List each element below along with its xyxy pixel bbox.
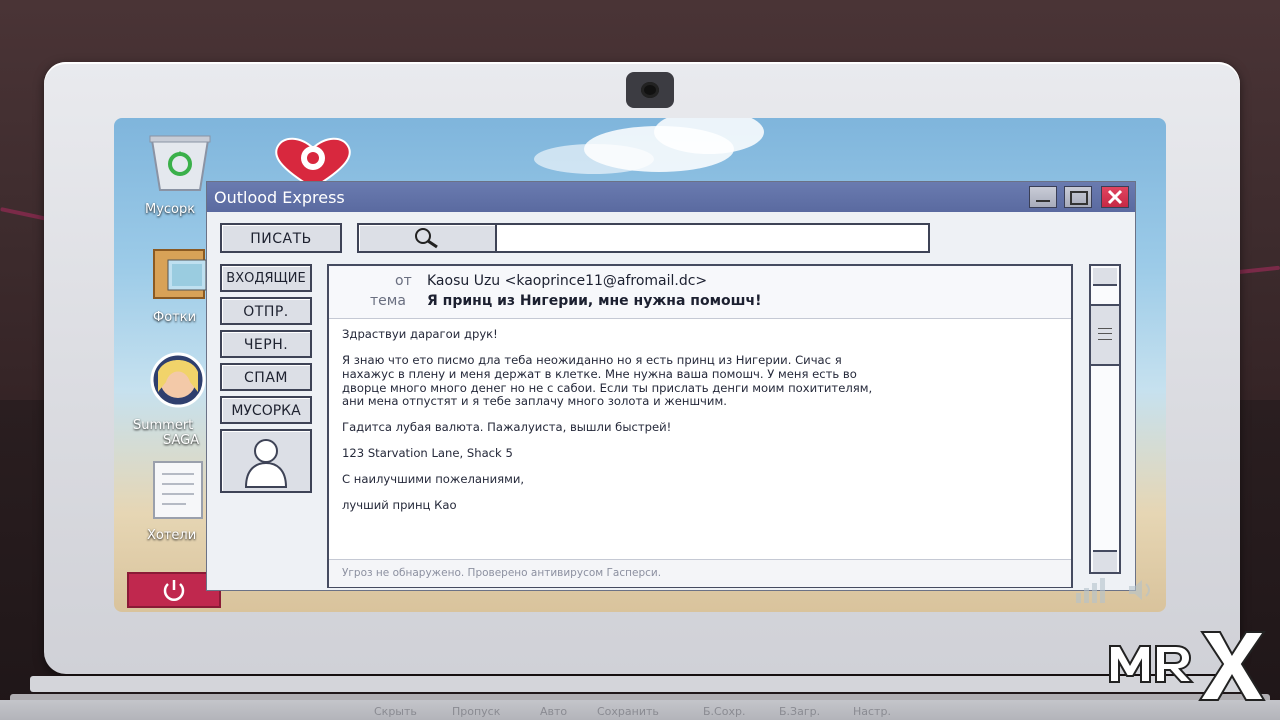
compose-button-label: ПИСАТЬ xyxy=(250,231,312,247)
contacts-button[interactable] xyxy=(220,429,312,493)
maximize-button[interactable] xyxy=(1064,186,1092,208)
grip-line xyxy=(1098,333,1112,334)
webcam-lens xyxy=(641,82,659,98)
close-icon xyxy=(1107,189,1123,205)
photos-folder-icon[interactable] xyxy=(152,244,210,300)
menu-settings[interactable]: Настр. xyxy=(853,705,891,718)
email-body-line: 123 Starvation Lane, Shack 5 xyxy=(342,446,513,460)
maximize-icon xyxy=(1070,191,1088,205)
antivirus-status-bar: Угроз не обнаружено. Проверено антивирус… xyxy=(329,559,1071,587)
summertime-saga-icon[interactable] xyxy=(146,352,210,408)
folder-sent[interactable]: ОТПР. xyxy=(220,297,312,325)
compose-button[interactable]: ПИСАТЬ xyxy=(220,223,342,253)
scroll-up-area[interactable] xyxy=(1093,268,1117,286)
email-body-line: лучший принц Као xyxy=(342,498,457,512)
menu-save[interactable]: Сохранить xyxy=(597,705,659,718)
folder-trash[interactable]: МУСОРКА xyxy=(220,396,312,424)
keyboard-row xyxy=(30,676,1250,692)
folder-sent-label: ОТПР. xyxy=(243,304,289,320)
email-body-line: С наилучшими пожеланиями, xyxy=(342,472,525,486)
trash-icon[interactable] xyxy=(146,132,214,194)
user-silhouette-icon xyxy=(244,439,288,488)
menu-auto[interactable]: Авто xyxy=(540,705,567,718)
folder-drafts[interactable]: ЧЕРН. xyxy=(220,330,312,358)
email-body-line: Я знаю что ето писмо дла теба неожиданно… xyxy=(342,353,842,367)
folder-trash-label: МУСОРКА xyxy=(231,403,301,419)
folder-drafts-label: ЧЕРН. xyxy=(243,337,289,353)
photos-label: Фотки xyxy=(153,310,197,325)
email-body-line: нахажус в плену и меня держат в клетке. … xyxy=(342,367,857,381)
mrx-watermark-logo xyxy=(1109,631,1266,701)
window-titlebar[interactable]: Outlood Express xyxy=(207,182,1135,212)
email-view: от Kaosu Uzu <kaoprince11@afromail.dc> т… xyxy=(327,264,1073,588)
power-icon xyxy=(163,580,185,601)
subject-value: Я принц из Нигерии, мне нужна помошч! xyxy=(427,293,762,309)
minimize-icon xyxy=(1036,200,1050,202)
folder-spam-label: СПАМ xyxy=(244,370,288,386)
summertime-saga-label-1: Summert xyxy=(133,418,194,433)
speaker-icon[interactable] xyxy=(1126,578,1154,602)
email-scrollbar[interactable] xyxy=(1089,264,1121,574)
folder-inbox-label: ВХОДЯЩИЕ xyxy=(226,271,306,286)
close-button[interactable] xyxy=(1101,186,1129,208)
email-body-line: Гадитса лубая валюта. Пажалуиста, вышли … xyxy=(342,420,672,434)
from-label: от xyxy=(395,273,412,289)
trash-label: Мусорк xyxy=(145,202,196,217)
hotels-label: Хотели xyxy=(147,528,197,543)
email-window: Outlood Express ПИСАТЬ ВХОДЯЩИЕ ОТПР. ЧЕ… xyxy=(206,181,1136,591)
hotels-document-icon[interactable] xyxy=(150,460,206,520)
email-body-line: дворце много много денег но не с сабои. … xyxy=(342,381,873,395)
email-body-line: ани мена отпустят и я тебе заплачу много… xyxy=(342,394,727,408)
menu-skip[interactable]: Пропуск xyxy=(452,705,500,718)
search-input[interactable] xyxy=(495,223,930,253)
menu-quick-save[interactable]: Б.Сохр. xyxy=(703,705,745,718)
scroll-down-area[interactable] xyxy=(1093,550,1117,572)
antivirus-status-text: Угроз не обнаружено. Проверено антивирус… xyxy=(342,567,662,579)
email-header: от Kaosu Uzu <kaoprince11@afromail.dc> т… xyxy=(329,266,1071,319)
search-button[interactable] xyxy=(357,223,497,253)
menu-quick-load[interactable]: Б.Загр. xyxy=(779,705,820,718)
scroll-thumb[interactable] xyxy=(1091,304,1119,366)
menu-hide[interactable]: Скрыть xyxy=(374,705,417,718)
window-title: Outlood Express xyxy=(214,188,345,207)
minimize-button[interactable] xyxy=(1029,186,1057,208)
grip-icon xyxy=(1098,328,1112,340)
subject-label: тема xyxy=(370,293,406,309)
folder-inbox[interactable]: ВХОДЯЩИЕ xyxy=(220,264,312,292)
folder-spam[interactable]: СПАМ xyxy=(220,363,312,391)
signal-bars-icon xyxy=(1076,578,1105,603)
summertime-saga-label-2: SAGA xyxy=(163,433,200,448)
search-icon xyxy=(415,228,438,249)
from-value: Kaosu Uzu <kaoprince11@afromail.dc> xyxy=(427,273,708,289)
email-body-line: Здраствуи дарагои друк! xyxy=(342,327,498,341)
cloud xyxy=(534,144,654,174)
